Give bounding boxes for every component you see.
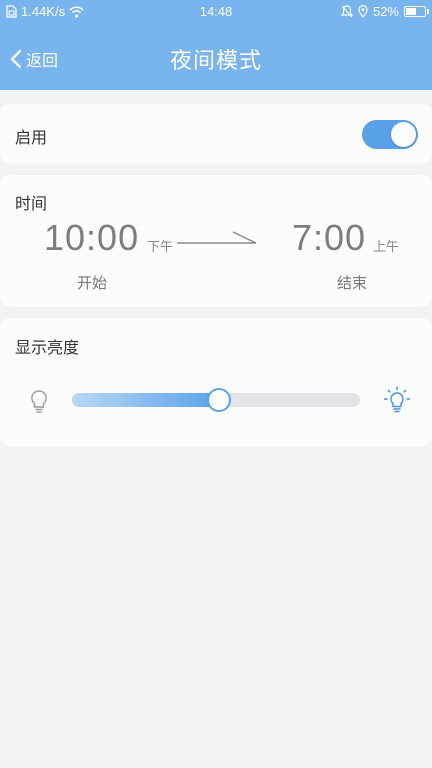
enable-card: 启用 [0, 104, 432, 164]
bulb-bright-icon [384, 386, 410, 413]
battery-icon [404, 6, 429, 17]
status-bar: 1.44K/s 14:48 52% [0, 0, 432, 24]
end-label: 结束 [337, 274, 368, 292]
enable-toggle[interactable] [362, 120, 418, 149]
app-bar: 返回 夜间模式 [0, 24, 432, 90]
page-title: 夜间模式 [169, 49, 262, 74]
enable-label: 启用 [15, 128, 48, 147]
slider-thumb[interactable] [206, 388, 231, 412]
time-card: 时间 10:00 下午 7:00 上午 开始 结束 [0, 175, 432, 307]
end-time[interactable]: 7:00 [292, 217, 366, 259]
brightness-label: 显示亮度 [15, 338, 80, 357]
battery-percent: 52% [372, 4, 399, 19]
status-right: 52% [340, 4, 429, 19]
slider-fill [72, 393, 219, 407]
location-icon [358, 5, 368, 18]
arrow-right-icon [177, 231, 257, 244]
toggle-knob [391, 122, 416, 147]
time-label: 时间 [15, 194, 48, 213]
start-time[interactable]: 10:00 [44, 217, 139, 259]
end-period: 上午 [373, 240, 400, 255]
brightness-slider[interactable] [72, 388, 360, 412]
mute-bell-icon [340, 5, 353, 18]
brightness-card: 显示亮度 [0, 318, 432, 446]
start-period: 下午 [147, 240, 174, 255]
start-label: 开始 [77, 274, 108, 292]
bulb-dim-icon [31, 390, 47, 413]
